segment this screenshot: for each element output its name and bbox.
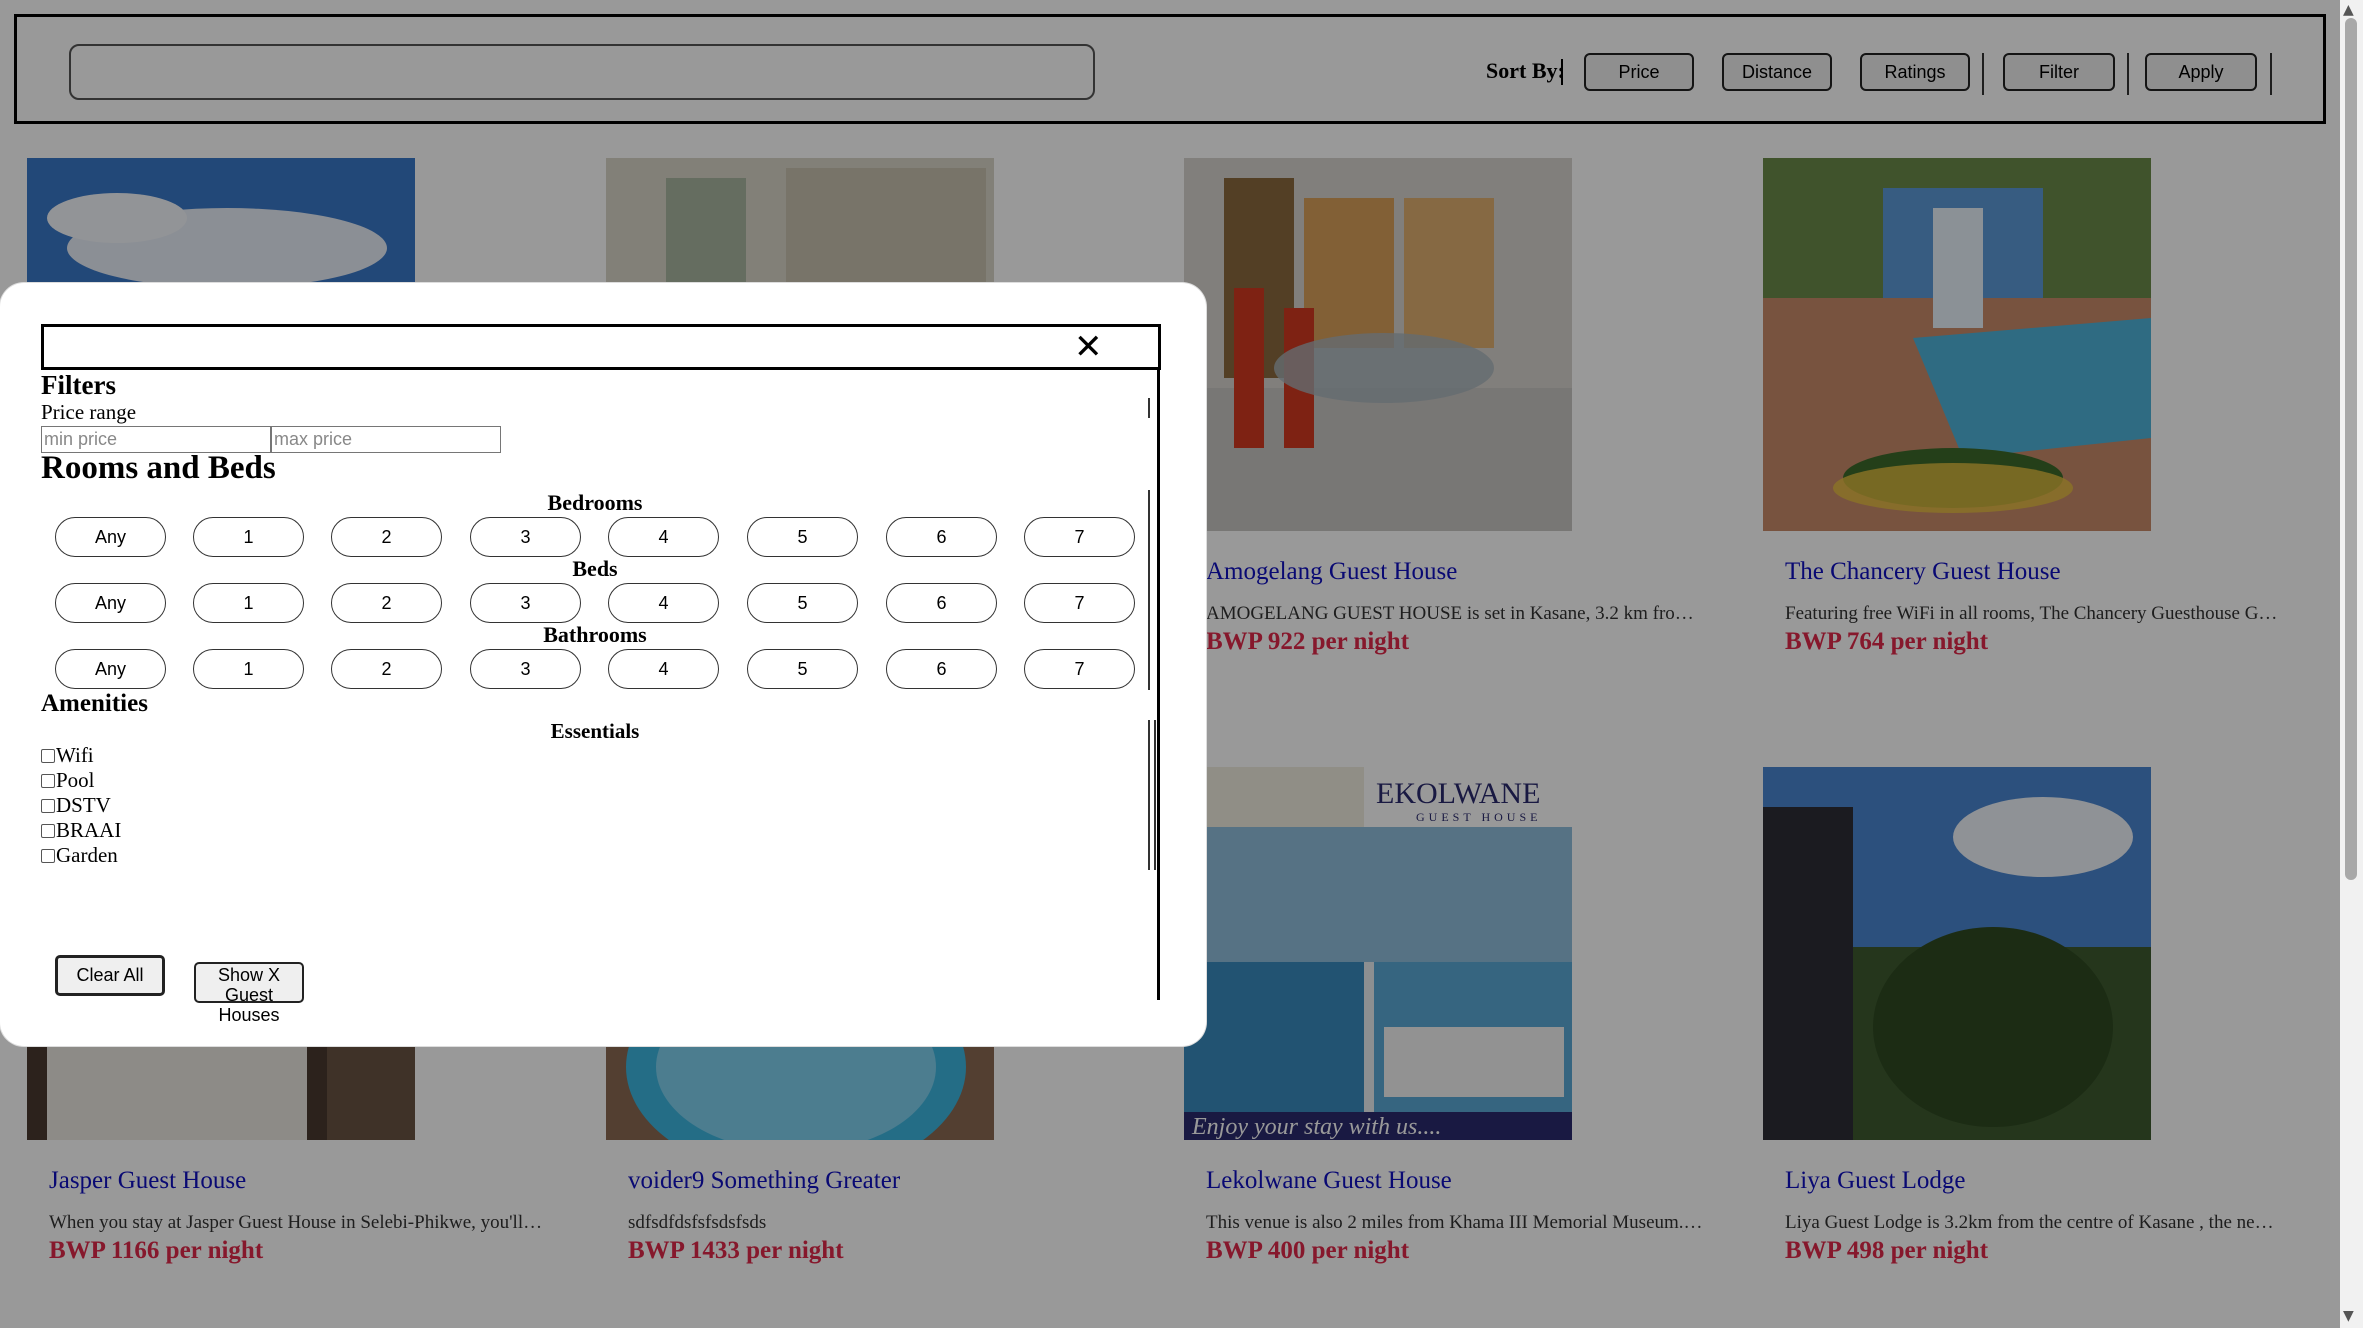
modal-header — [41, 324, 1161, 370]
checkbox[interactable] — [41, 773, 55, 788]
amenity-label: Garden — [56, 843, 118, 867]
amenity-label: Pool — [56, 768, 95, 792]
amenity-garden[interactable]: Garden — [41, 843, 118, 868]
bathrooms-option[interactable]: 3 — [470, 649, 581, 689]
beds-option[interactable]: 4 — [608, 583, 719, 623]
show-results-line: Guest — [224, 985, 274, 1005]
amenity-label: Wifi — [56, 743, 94, 767]
beds-option[interactable]: 6 — [886, 583, 997, 623]
amenity-braai[interactable]: BRAAI — [41, 818, 121, 843]
show-results-line: Show X — [217, 965, 281, 985]
bathrooms-option[interactable]: 6 — [886, 649, 997, 689]
bedrooms-option[interactable]: 2 — [331, 517, 442, 557]
amenities-heading: Amenities — [41, 690, 148, 717]
beds-option[interactable]: 3 — [470, 583, 581, 623]
bathrooms-option[interactable]: 5 — [747, 649, 858, 689]
beds-option[interactable]: 1 — [193, 583, 304, 623]
beds-option[interactable]: 5 — [747, 583, 858, 623]
beds-option[interactable]: Any — [55, 583, 166, 623]
beds-option[interactable]: 2 — [331, 583, 442, 623]
close-icon[interactable]: ✕ — [1074, 330, 1103, 364]
amenity-pool[interactable]: Pool — [41, 768, 95, 793]
clear-all-button[interactable]: Clear All — [55, 955, 165, 996]
beds-label: Beds — [572, 556, 618, 581]
bedrooms-option[interactable]: 6 — [886, 517, 997, 557]
bedrooms-option[interactable]: 5 — [747, 517, 858, 557]
chevron-up-icon[interactable]: ▲ — [2343, 2, 2354, 18]
bedrooms-option[interactable]: 3 — [470, 517, 581, 557]
page-scrollbar-thumb[interactable] — [2345, 18, 2357, 880]
checkbox[interactable] — [41, 798, 55, 813]
chevron-down-icon[interactable]: ▼ — [2343, 1308, 2354, 1324]
min-price-input[interactable]: min price — [41, 426, 271, 453]
bedrooms-option[interactable]: 1 — [193, 517, 304, 557]
amenity-label: DSTV — [56, 793, 111, 817]
rooms-and-beds-heading: Rooms and Beds — [41, 450, 276, 486]
checkbox[interactable] — [41, 848, 55, 863]
amenity-dstv[interactable]: DSTV — [41, 793, 111, 818]
filters-heading: Filters — [41, 370, 116, 400]
beds-option[interactable]: 7 — [1024, 583, 1135, 623]
scroll-divider — [1148, 398, 1150, 418]
scroll-divider — [1148, 490, 1150, 690]
amenity-label: BRAAI — [56, 818, 122, 842]
bathrooms-option[interactable]: 7 — [1024, 649, 1135, 689]
checkbox[interactable] — [41, 823, 55, 838]
bathrooms-label: Bathrooms — [543, 622, 647, 647]
bedrooms-option[interactable]: 7 — [1024, 517, 1135, 557]
modal-border — [1157, 370, 1160, 1000]
bathrooms-option[interactable]: 1 — [193, 649, 304, 689]
max-price-input[interactable]: max price — [271, 426, 501, 453]
bedrooms-option[interactable]: 4 — [608, 517, 719, 557]
bedrooms-label: Bedrooms — [547, 490, 643, 515]
filters-modal: ✕ Filters Price range min price max pric… — [0, 283, 1206, 1046]
bathrooms-option[interactable]: 4 — [608, 649, 719, 689]
essentials-label: Essentials — [550, 719, 640, 743]
bathrooms-option[interactable]: 2 — [331, 649, 442, 689]
bathrooms-option[interactable]: Any — [55, 649, 166, 689]
show-results-line: Houses — [218, 1005, 280, 1025]
checkbox[interactable] — [41, 748, 55, 763]
price-range-label: Price range — [41, 400, 137, 424]
amenity-wifi[interactable]: Wifi — [41, 743, 94, 768]
bedrooms-option[interactable]: Any — [55, 517, 166, 557]
show-results-button[interactable]: Show X Guest Houses — [194, 962, 304, 1025]
